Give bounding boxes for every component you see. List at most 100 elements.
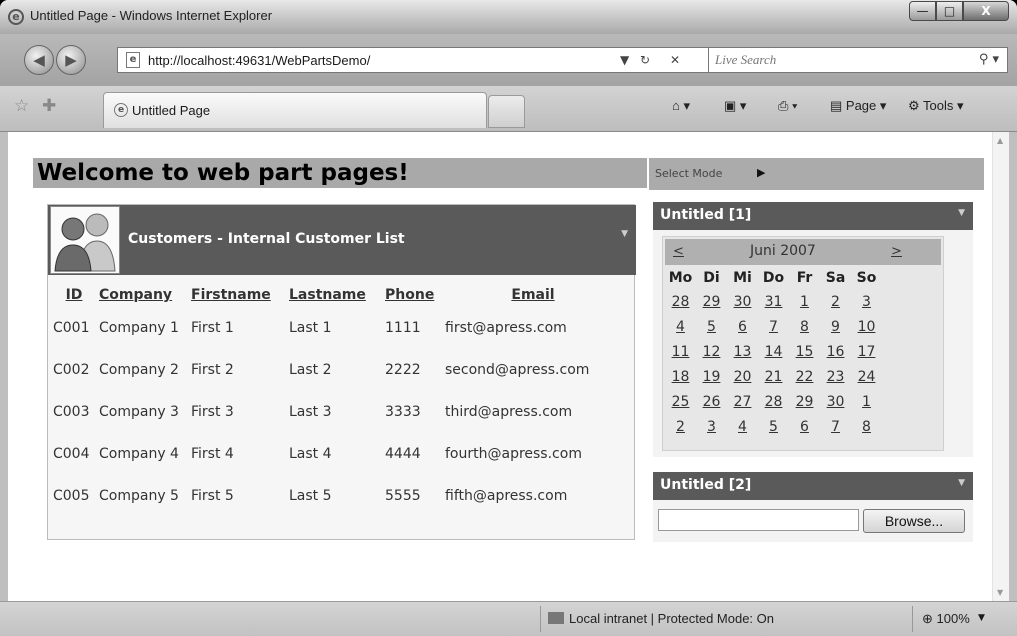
new-tab-button[interactable] — [488, 95, 525, 128]
address-url[interactable]: http://localhost:49631/WebPartsDemo/ — [148, 53, 370, 68]
calendar-day[interactable]: 29 — [696, 289, 727, 314]
calendar-day[interactable]: 4 — [727, 414, 758, 439]
address-dropdown-icon[interactable]: ▼ — [620, 53, 629, 67]
calendar-day[interactable]: 8 — [851, 414, 882, 439]
add-favorites-icon[interactable]: ✚ — [42, 96, 56, 116]
home-icon[interactable]: ⌂ ▾ — [672, 98, 690, 114]
security-zone[interactable]: Local intranet | Protected Mode: On — [548, 611, 774, 626]
web-part-menu-icon[interactable]: ▼ — [958, 208, 965, 218]
calendar-day[interactable]: 3 — [851, 289, 882, 314]
cell-company: Company 4 — [99, 446, 179, 462]
calendar-day[interactable]: 10 — [851, 314, 882, 339]
forward-button[interactable]: ▶ — [56, 45, 86, 75]
calendar-day[interactable]: 20 — [727, 364, 758, 389]
calendar-day[interactable]: 6 — [727, 314, 758, 339]
calendar-day[interactable]: 8 — [789, 314, 820, 339]
zoom-dropdown-icon[interactable]: ▼ — [978, 613, 985, 623]
search-icon[interactable]: ⚲ ▾ — [979, 52, 999, 67]
web-part-menu-icon[interactable]: ▼ — [958, 478, 965, 488]
back-button[interactable]: ◀ — [24, 45, 54, 75]
column-header-email[interactable]: Email — [443, 283, 623, 307]
search-input[interactable] — [715, 52, 965, 68]
calendar-day[interactable]: 1 — [851, 389, 882, 414]
calendar-day[interactable]: 12 — [696, 339, 727, 364]
calendar-day[interactable]: 15 — [789, 339, 820, 364]
vertical-scrollbar[interactable]: ▲ ▼ — [992, 132, 1009, 601]
cell-firstname: First 5 — [191, 488, 234, 504]
calendar-day[interactable]: 6 — [789, 414, 820, 439]
calendar-day[interactable]: 21 — [758, 364, 789, 389]
tools-menu[interactable]: ⚙ Tools ▾ — [908, 98, 964, 114]
calendar-day[interactable]: 11 — [665, 339, 696, 364]
scroll-down-icon[interactable]: ▼ — [997, 588, 1003, 597]
calendar-day[interactable]: 28 — [665, 289, 696, 314]
column-header-phone[interactable]: Phone — [383, 283, 443, 307]
calendar-day[interactable]: 4 — [665, 314, 696, 339]
minimize-button[interactable]: — — [909, 1, 936, 21]
calendar-day[interactable]: 22 — [789, 364, 820, 389]
search-box[interactable]: ⚲ ▾ — [708, 47, 1008, 73]
cell-phone: 4444 — [385, 446, 421, 462]
address-bar[interactable]: e http://localhost:49631/WebPartsDemo/ ▼… — [117, 47, 710, 73]
calendar-day[interactable]: 31 — [758, 289, 789, 314]
calendar-day[interactable]: 2 — [820, 289, 851, 314]
select-mode-label[interactable]: Select Mode — [655, 167, 722, 180]
calendar-day[interactable]: 27 — [727, 389, 758, 414]
column-header-id[interactable]: ID — [51, 283, 97, 307]
calendar-day[interactable]: 19 — [696, 364, 727, 389]
file-path-input[interactable] — [658, 509, 859, 531]
select-mode-arrow-icon[interactable]: ▶ — [757, 166, 765, 179]
stop-icon[interactable]: ✕ — [670, 53, 680, 67]
favorites-star-icon[interactable]: ☆ — [14, 96, 29, 116]
cell-id: C001 — [53, 320, 90, 336]
browse-button[interactable]: Browse... — [863, 509, 965, 533]
web-part-menu-icon[interactable]: ▼ — [621, 229, 628, 239]
column-header-company[interactable]: Company — [97, 283, 189, 307]
customers-web-part-header: Customers - Internal Customer List ▼ — [48, 205, 636, 275]
calendar-day[interactable]: 7 — [758, 314, 789, 339]
calendar-day[interactable]: 18 — [665, 364, 696, 389]
calendar-day[interactable]: 17 — [851, 339, 882, 364]
calendar-day[interactable]: 3 — [696, 414, 727, 439]
page-menu-label: Page — [845, 98, 877, 113]
calendar-day-header: Do — [762, 270, 785, 286]
customers-web-part: Customers - Internal Customer List ▼ ID … — [47, 204, 636, 540]
calendar-day[interactable]: 16 — [820, 339, 851, 364]
table-row: C003 Company 3 First 3 Last 3 3333 third… — [51, 391, 623, 433]
calendar-day[interactable]: 23 — [820, 364, 851, 389]
calendar-day[interactable]: 30 — [820, 389, 851, 414]
calendar-day[interactable]: 1 — [789, 289, 820, 314]
calendar-day[interactable]: 5 — [758, 414, 789, 439]
page-menu[interactable]: ▤ Page ▾ — [830, 98, 886, 114]
customers-table-header: ID Company Firstname Lastname Phone Emai… — [51, 283, 623, 307]
calendar-day[interactable]: 29 — [789, 389, 820, 414]
calendar-prev-month[interactable]: < — [673, 244, 684, 259]
close-button[interactable]: X — [963, 1, 1009, 21]
calendar-day[interactable]: 14 — [758, 339, 789, 364]
column-header-firstname[interactable]: Firstname — [189, 283, 287, 307]
scroll-up-icon[interactable]: ▲ — [997, 136, 1003, 145]
calendar-day[interactable]: 25 — [665, 389, 696, 414]
status-separator — [912, 606, 913, 632]
feeds-icon[interactable]: ▣ ▾ — [724, 98, 746, 114]
maximize-button[interactable]: □ — [936, 1, 963, 21]
calendar-month-label: Juni 2007 — [750, 243, 816, 259]
select-mode-bar[interactable]: Select Mode ▶ — [649, 158, 984, 190]
calendar-day-header: Mo — [668, 270, 693, 286]
refresh-icon[interactable]: ↻ — [640, 53, 650, 67]
calendar-day[interactable]: 28 — [758, 389, 789, 414]
calendar-day[interactable]: 13 — [727, 339, 758, 364]
column-header-lastname[interactable]: Lastname — [287, 283, 383, 307]
calendar-day[interactable]: 24 — [851, 364, 882, 389]
calendar-day[interactable]: 30 — [727, 289, 758, 314]
print-icon[interactable]: ⎙ ▾ — [778, 98, 797, 114]
tab-untitled-page[interactable]: e Untitled Page — [103, 92, 487, 128]
calendar-day[interactable]: 9 — [820, 314, 851, 339]
calendar-day[interactable]: 26 — [696, 389, 727, 414]
calendar-day[interactable]: 2 — [665, 414, 696, 439]
calendar-day[interactable]: 5 — [696, 314, 727, 339]
cell-company: Company 3 — [99, 404, 179, 420]
calendar-next-month[interactable]: > — [891, 244, 902, 259]
calendar-day[interactable]: 7 — [820, 414, 851, 439]
zoom-level[interactable]: ⊕ 100% — [922, 611, 970, 627]
